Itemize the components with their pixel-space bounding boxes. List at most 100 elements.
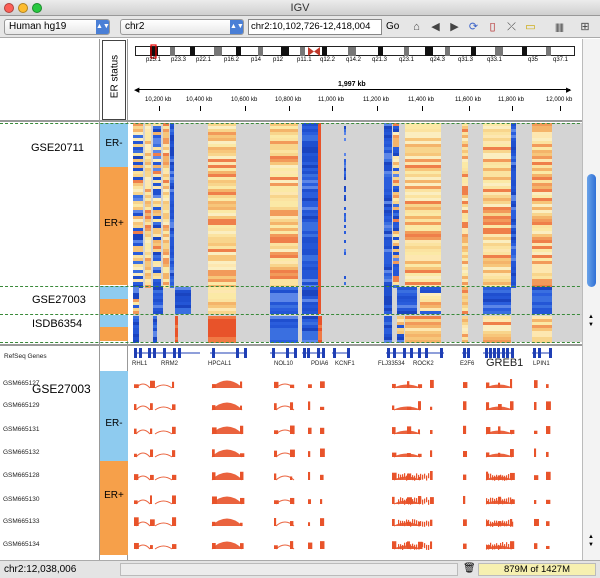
coverage-spike (274, 403, 277, 410)
coverage-dense (412, 543, 414, 549)
coverage-spike (320, 427, 325, 434)
scroll-down-arrow-icon[interactable]: ▼ (588, 542, 594, 548)
splice-junction-arc (393, 406, 421, 411)
coverage-dense (406, 498, 408, 504)
coverage-dense (408, 519, 410, 525)
coverage-dense (426, 544, 428, 550)
coverage-spike (320, 541, 325, 549)
coverage-spike (172, 426, 176, 434)
splice-junction-tracks[interactable] (0, 0, 600, 560)
coverage-dense (426, 520, 428, 526)
coverage-dense (500, 521, 502, 527)
coverage-spike (534, 518, 539, 526)
coverage-spike (172, 474, 177, 480)
coverage-dense (502, 520, 504, 526)
coverage-dense (406, 542, 408, 548)
splice-junction-arc (154, 545, 173, 550)
coverage-dense (410, 499, 412, 505)
coverage-spike (510, 379, 513, 388)
coverage-dense (490, 542, 492, 548)
scrollbar-thumb[interactable] (587, 174, 596, 287)
coverage-spike (546, 401, 551, 410)
coverage-spike (172, 381, 175, 388)
coverage-spike (430, 379, 434, 388)
coverage-dense (512, 498, 514, 504)
coverage-dense (402, 544, 404, 550)
coverage-spike (308, 384, 312, 388)
scroll-up-arrow-icon[interactable]: ▲ (588, 534, 594, 540)
coverage-spike (546, 521, 550, 526)
coverage-dense (402, 474, 404, 480)
coverage-dense (496, 474, 498, 480)
cursor-position: chr2:12,038,006 (4, 564, 77, 575)
coverage-dense (506, 542, 508, 548)
coverage-dense (486, 544, 488, 550)
coverage-dense (412, 519, 414, 525)
coverage-spike (172, 495, 176, 504)
coverage-dense (428, 499, 430, 505)
coverage-dense (398, 519, 400, 525)
coverage-dense (512, 543, 514, 549)
splice-junction-arc (485, 453, 513, 458)
splice-junction-arc (135, 452, 151, 458)
coverage-dense (508, 474, 510, 480)
coverage-dense (426, 475, 428, 481)
splice-junction-arc (154, 476, 173, 481)
coverage-dense (414, 544, 416, 550)
coverage-spike (430, 541, 433, 549)
coverage-spike (308, 427, 312, 434)
coverage-spike (430, 430, 433, 434)
coverage-spike (392, 519, 395, 526)
coverage-dense (498, 499, 500, 505)
coverage-spike (463, 543, 467, 549)
coverage-spike (430, 497, 434, 504)
coverage-spike (392, 405, 395, 410)
splice-junction-arc (211, 518, 243, 527)
coverage-dense (498, 544, 500, 550)
coverage-dense (504, 475, 506, 481)
coverage-spike (430, 450, 433, 457)
trash-icon[interactable]: 🗑 (463, 563, 476, 574)
vertical-scrollbar[interactable]: ▲ ▼ ▲ ▼ (582, 39, 600, 560)
coverage-dense (418, 544, 420, 550)
coverage-dense (492, 521, 494, 527)
coverage-dense (420, 521, 422, 527)
splice-junction-arc (154, 500, 173, 505)
status-bar: chr2:12,038,006 🗑 879M of 1427M (0, 560, 600, 578)
coverage-dense (418, 497, 420, 503)
coverage-spike (534, 475, 539, 480)
splice-junction-arc (154, 430, 173, 435)
coverage-dense (424, 543, 426, 549)
coverage-dense (414, 497, 416, 503)
coverage-spike (463, 451, 468, 457)
coverage-dense (422, 474, 424, 480)
coverage-dense (500, 498, 502, 504)
coverage-spike (463, 519, 467, 526)
coverage-spike (534, 430, 538, 434)
coverage-spike (534, 402, 537, 410)
splice-junction-arc (393, 384, 421, 389)
scroll-up-arrow-icon[interactable]: ▲ (588, 314, 594, 320)
coverage-dense (422, 542, 424, 548)
coverage-dense (400, 474, 402, 480)
coverage-spike (534, 380, 538, 388)
coverage-dense (398, 499, 400, 505)
coverage-dense (502, 542, 504, 548)
coverage-dense (486, 473, 488, 479)
coverage-spike (150, 403, 153, 410)
coverage-spike (274, 518, 277, 526)
coverage-spike (172, 544, 177, 549)
coverage-spike (320, 381, 325, 388)
coverage-dense (486, 498, 488, 504)
coverage-dense (424, 521, 426, 527)
scroll-down-arrow-icon[interactable]: ▼ (588, 322, 594, 328)
coverage-spike (150, 545, 153, 549)
coverage-dense (510, 497, 512, 503)
coverage-spike (534, 543, 538, 549)
coverage-dense (500, 474, 502, 480)
coverage-spike (308, 451, 311, 457)
coverage-dense (510, 544, 512, 550)
coverage-dense (402, 520, 404, 526)
splice-junction-arc (211, 449, 243, 458)
coverage-dense (426, 497, 428, 503)
